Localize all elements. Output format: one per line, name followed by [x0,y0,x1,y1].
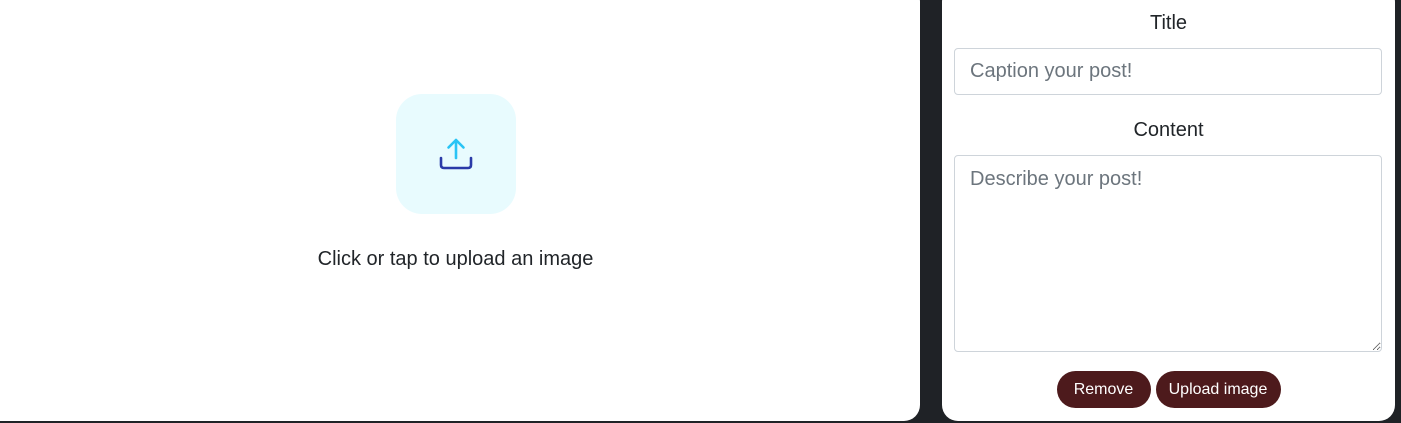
image-upload-dropzone[interactable]: Click or tap to upload an image [0,0,920,421]
page: Click or tap to upload an image Title Co… [0,0,1401,423]
upload-prompt-text: Click or tap to upload an image [317,248,594,270]
remove-button[interactable]: Remove [1056,371,1151,408]
upload-image-button[interactable]: Upload image [1155,371,1281,408]
title-input[interactable] [954,48,1382,95]
title-label: Title [1149,12,1188,34]
upload-icon [439,138,473,170]
content-label: Content [1133,119,1204,141]
upload-icon-tile[interactable] [396,94,516,214]
form-actions: Remove Upload image [942,371,1395,408]
content-textarea[interactable] [954,155,1382,352]
post-form: Title Content Remove Upload image [942,0,1395,421]
